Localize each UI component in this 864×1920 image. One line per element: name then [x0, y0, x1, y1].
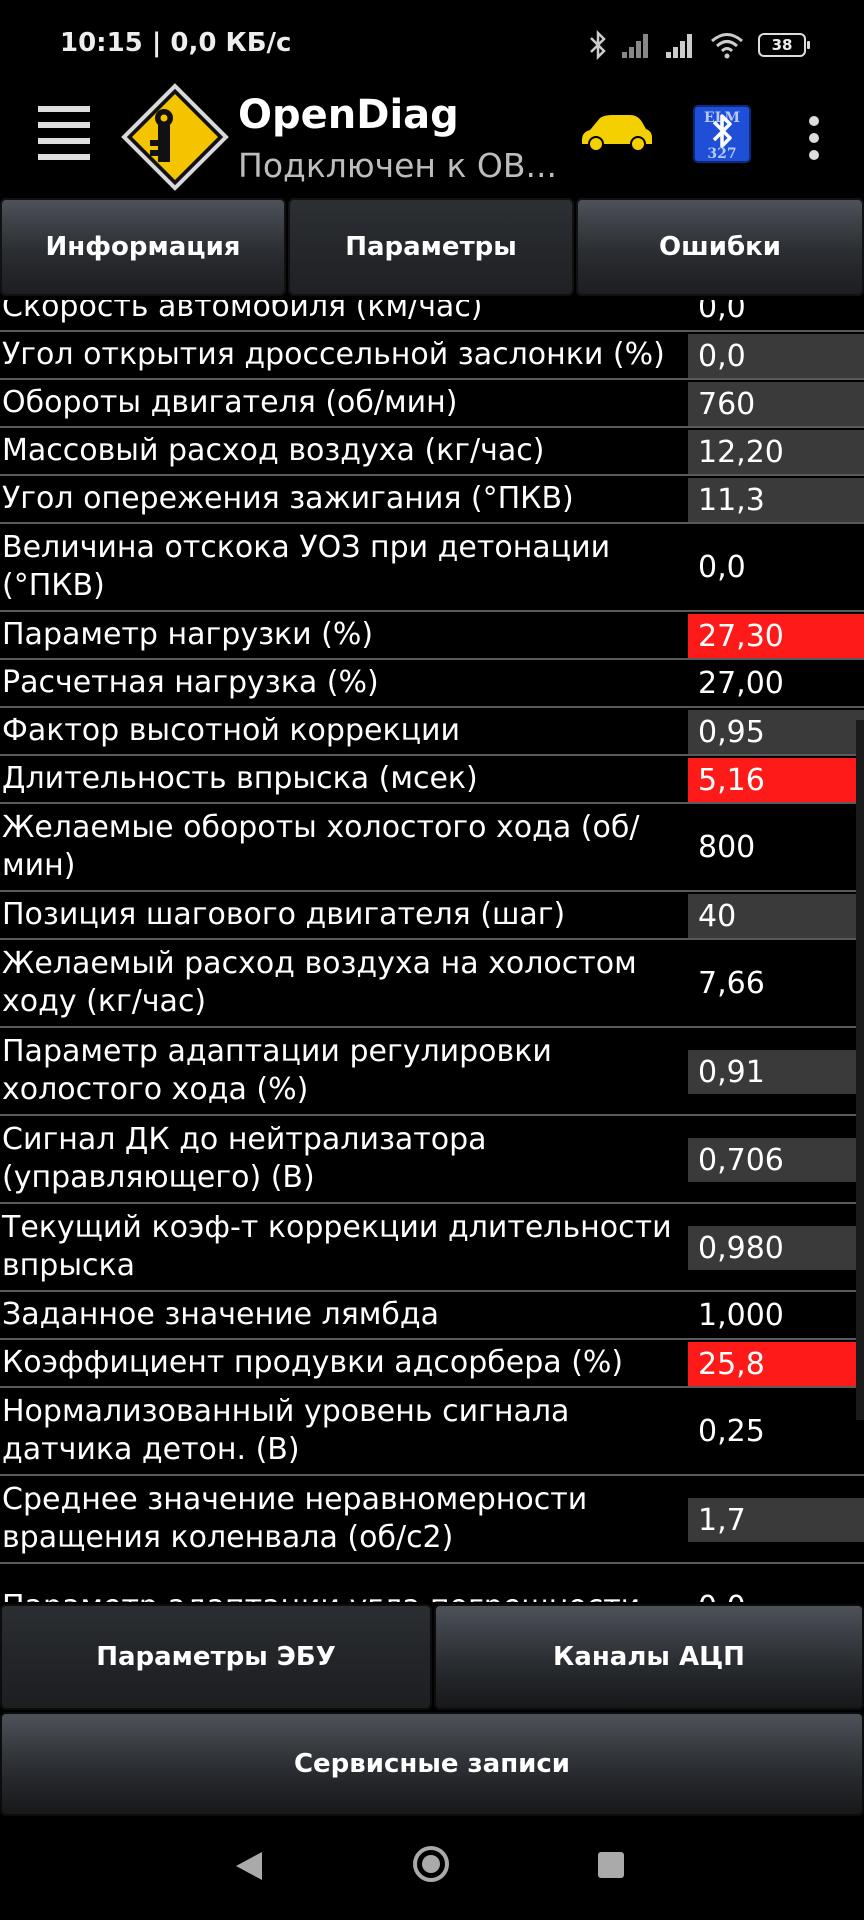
param-row[interactable]: Параметр нагрузки (%) 27,30: [0, 612, 864, 660]
param-name: Параметр адаптации угла погрешности: [2, 1564, 682, 1602]
param-row[interactable]: Желаемый расход воздуха на холостом ходу…: [0, 940, 864, 1028]
param-value: 800: [698, 829, 756, 865]
param-name: Нормализованный уровень сигнала датчика …: [2, 1394, 570, 1467]
cell-signal-icon: [666, 32, 696, 58]
param-row[interactable]: Коэффициент продувки адсорбера (%) 25,8: [0, 1340, 864, 1388]
param-value: 11,3: [688, 478, 864, 522]
param-row[interactable]: Текущий коэф-т коррекции длительности вп…: [0, 1204, 864, 1292]
param-name: Текущий коэф-т коррекции длительности вп…: [2, 1210, 672, 1283]
param-name: Позиция шагового двигателя (шаг): [2, 897, 566, 932]
battery-icon: 38: [758, 33, 810, 57]
param-name: Заданное значение лямбда: [2, 1297, 440, 1332]
param-row[interactable]: Параметр адаптации угла погрешности0,0: [0, 1564, 864, 1602]
menu-icon[interactable]: [38, 106, 90, 162]
ecu-parameters-button[interactable]: Параметры ЭБУ: [0, 1604, 432, 1710]
param-name: Коэффициент продувки адсорбера (%): [2, 1345, 624, 1380]
param-value: 1,000: [698, 1297, 784, 1333]
param-row[interactable]: Заданное значение лямбда 1,000: [0, 1292, 864, 1340]
param-name: Скорость автомобиля (км/час): [2, 300, 483, 324]
param-row[interactable]: Обороты двигателя (об/мин) 760: [0, 380, 864, 428]
param-value: 27,00: [698, 665, 784, 701]
param-name: Желаемый расход воздуха на холостом ходу…: [2, 946, 637, 1019]
param-value: 0,95: [688, 710, 864, 754]
param-name: Массовый расход воздуха (кг/час): [2, 433, 545, 468]
status-time: 10:15 | 0,0 КБ/с: [60, 28, 292, 58]
parameter-list[interactable]: Скорость автомобиля (км/час) 0,0 Угол откр…: [0, 300, 864, 1602]
param-name: Среднее значение неравномерности вращени…: [2, 1482, 588, 1555]
recent-apps-icon[interactable]: [598, 1852, 624, 1878]
param-row[interactable]: Угол открытия дроссельной заслонки (%) 0,…: [0, 332, 864, 380]
app-bar: OpenDiag Подключен к OB... ELM 327: [0, 83, 864, 196]
param-row[interactable]: Сигнал ДК до нейтрализатора (управляющег…: [0, 1116, 864, 1204]
param-name: Сигнал ДК до нейтрализатора (управляющег…: [2, 1122, 487, 1195]
connection-status: Подключен к OB...: [238, 146, 557, 185]
adc-channels-button[interactable]: Каналы АЦП: [434, 1604, 864, 1710]
param-value-alert: 27,30: [688, 614, 864, 658]
service-records-button[interactable]: Сервисные записи: [0, 1712, 864, 1816]
param-value: 0,25: [698, 1413, 765, 1449]
home-icon[interactable]: [413, 1846, 449, 1882]
tab-parameters[interactable]: Параметры: [288, 198, 574, 296]
param-name: Расчетная нагрузка (%): [2, 665, 379, 700]
param-row[interactable]: Угол опережения зажигания (°ПКВ) 11,3: [0, 476, 864, 524]
param-row[interactable]: Длительность впрыска (мсек) 5,16: [0, 756, 864, 804]
bluetooth-icon: [590, 30, 606, 60]
status-bar: 10:15 | 0,0 КБ/с 38: [0, 0, 864, 90]
param-name: Желаемые обороты холостого хода (об/мин): [2, 810, 640, 883]
param-row[interactable]: Позиция шагового двигателя (шаг) 40: [0, 892, 864, 940]
back-icon[interactable]: [236, 1852, 262, 1880]
cell-signal-icon: [622, 32, 652, 58]
param-name: Параметр адаптации регулировки холостого…: [2, 1034, 552, 1107]
param-value: 40: [688, 894, 864, 938]
param-row[interactable]: Скорость автомобиля (км/час) 0,0: [0, 300, 864, 332]
param-name: Фактор высотной коррекции: [2, 713, 460, 748]
param-value: 0,0: [698, 300, 746, 325]
param-row[interactable]: Массовый расход воздуха (кг/час) 12,20: [0, 428, 864, 476]
app-title: OpenDiag: [238, 92, 459, 138]
param-value-alert: 25,8: [688, 1342, 864, 1386]
param-value: 0,0: [698, 549, 746, 585]
param-value: 0,980: [688, 1226, 864, 1270]
param-name: Параметр нагрузки (%): [2, 617, 374, 652]
param-row[interactable]: Расчетная нагрузка (%) 27,00: [0, 660, 864, 708]
more-options-icon[interactable]: [806, 116, 822, 160]
param-value-alert: 5,16: [688, 758, 864, 802]
param-row[interactable]: Фактор высотной коррекции 0,95: [0, 708, 864, 756]
svg-text:327: 327: [707, 146, 736, 162]
param-value: 0,91: [688, 1050, 864, 1094]
scrollbar[interactable]: [856, 720, 864, 1420]
param-value: 760: [688, 382, 864, 426]
param-value: 12,20: [688, 430, 864, 474]
param-value: 0,0: [688, 334, 864, 378]
param-value: 7,66: [698, 965, 765, 1001]
navigation-bar: [0, 1816, 864, 1920]
param-name: Угол открытия дроссельной заслонки (%): [2, 337, 665, 372]
param-name: Длительность впрыска (мсек): [2, 761, 478, 796]
app-logo-icon: [121, 83, 229, 191]
battery-level: 38: [771, 36, 793, 54]
tab-errors[interactable]: Ошибки: [576, 198, 864, 296]
bluetooth-elm-icon[interactable]: ELM 327: [692, 104, 752, 164]
param-name: Величина отскока УОЗ при детонации (°ПКВ…: [2, 530, 611, 603]
param-value: 0,706: [688, 1138, 864, 1182]
param-value: 0,0: [688, 1564, 864, 1603]
wifi-icon: [711, 33, 743, 59]
param-name: Угол опережения зажигания (°ПКВ): [2, 481, 574, 516]
param-row[interactable]: Среднее значение неравномерности вращени…: [0, 1476, 864, 1564]
param-row[interactable]: Желаемые обороты холостого хода (об/мин)…: [0, 804, 864, 892]
status-icons: 38: [588, 30, 810, 60]
param-row[interactable]: Нормализованный уровень сигнала датчика …: [0, 1388, 864, 1476]
param-row[interactable]: Параметр адаптации регулировки холостого…: [0, 1028, 864, 1116]
param-value: 1,7: [688, 1498, 864, 1542]
top-tabs: Информация Параметры Ошибки: [0, 196, 864, 300]
tab-information[interactable]: Информация: [0, 198, 286, 296]
car-icon[interactable]: [578, 114, 654, 154]
param-row[interactable]: Величина отскока УОЗ при детонации (°ПКВ…: [0, 524, 864, 612]
param-name: Обороты двигателя (об/мин): [2, 385, 458, 420]
